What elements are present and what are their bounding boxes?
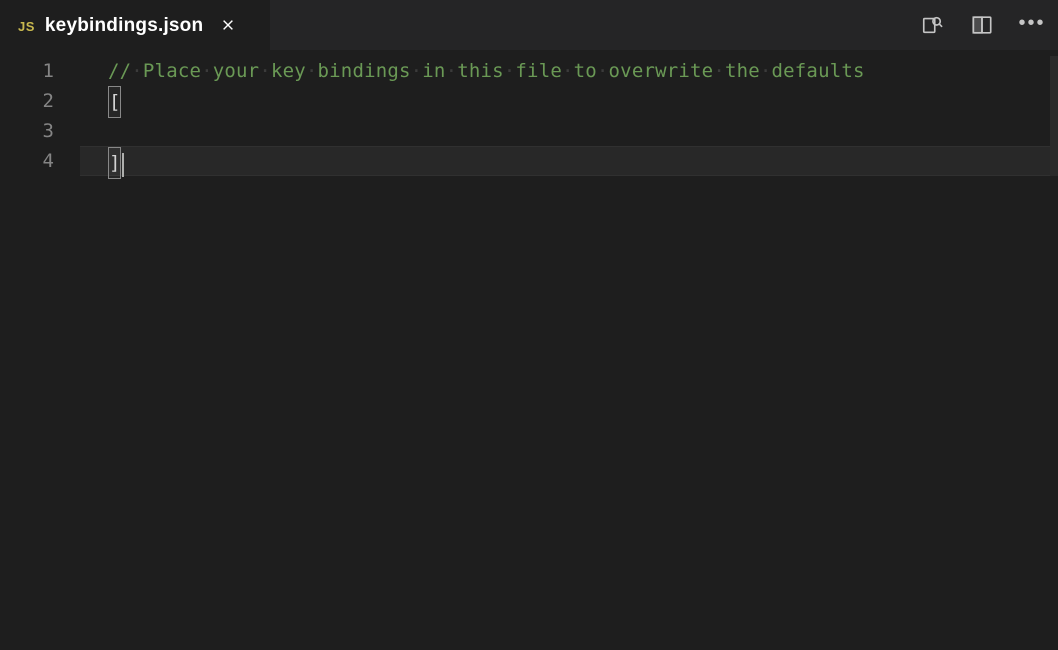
tab-keybindings[interactable]: JS keybindings.json <box>0 0 270 50</box>
line-gutter: 1 2 3 4 <box>0 50 80 650</box>
line-number: 3 <box>0 116 80 146</box>
code-line-1: //·Place·your·key·bindings·in·this·file·… <box>108 56 1058 86</box>
tab-title: keybindings.json <box>45 16 203 35</box>
close-icon[interactable] <box>217 14 239 36</box>
text-cursor <box>122 153 124 177</box>
open-changes-icon[interactable] <box>918 11 946 39</box>
code-line-2: [ <box>108 86 1058 116</box>
more-actions-icon[interactable]: ••• <box>1018 9 1046 37</box>
js-file-icon: JS <box>18 20 35 33</box>
code-area[interactable]: //·Place·your·key·bindings·in·this·file·… <box>80 50 1058 650</box>
tab-bar: JS keybindings.json <box>0 0 1058 50</box>
open-bracket: [ <box>108 86 121 118</box>
minimap[interactable] <box>1050 50 1058 650</box>
line-number: 2 <box>0 86 80 116</box>
editor-window: JS keybindings.json <box>0 0 1058 650</box>
line-number: 1 <box>0 56 80 86</box>
close-bracket: ] <box>108 147 121 179</box>
minimap-viewport[interactable] <box>1050 56 1058 176</box>
tab-actions: ••• <box>918 0 1058 50</box>
editor[interactable]: 1 2 3 4 //·Place·your·key·bindings·in·th… <box>0 50 1058 650</box>
code-line-3 <box>108 116 1058 146</box>
code-line-4: ] <box>80 146 1058 176</box>
line-number: 4 <box>0 146 80 176</box>
split-editor-icon[interactable] <box>968 11 996 39</box>
